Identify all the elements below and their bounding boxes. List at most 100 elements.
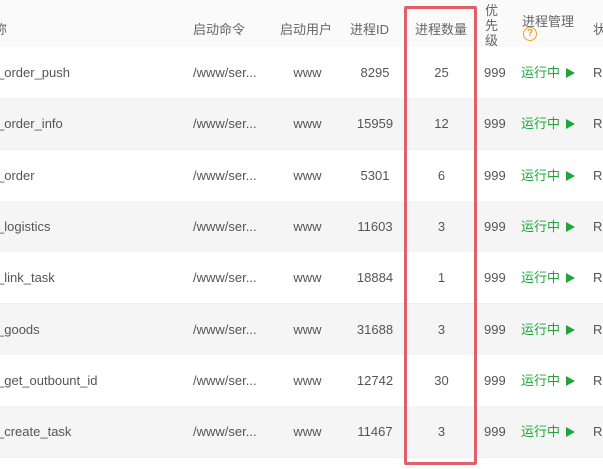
cell-proc-count-text: 3	[437, 424, 446, 439]
cell-priority: 999	[484, 355, 508, 406]
cell-manage[interactable]: 运行中	[521, 252, 583, 303]
cell-command-text: /www/ser...	[193, 65, 257, 80]
cell-manage[interactable]: 运行中	[521, 98, 583, 149]
cell-priority-text: 999	[484, 373, 506, 388]
table-row[interactable]: _order_push/www/ser... www 8295 25 999 运行中 R	[0, 47, 603, 99]
cell-manage[interactable]: 运行中	[521, 304, 583, 355]
cell-proc-count: 12	[405, 98, 478, 149]
cell-status: R	[593, 406, 603, 457]
cell-name: _create_task	[0, 406, 185, 457]
play-icon[interactable]	[566, 222, 576, 232]
help-icon[interactable]: ?	[523, 27, 537, 41]
table-row[interactable]: _order_info/www/ser... www 15959 12 999 运行中 R	[0, 98, 603, 150]
column-header-pid-label: 进程ID	[350, 22, 390, 37]
cell-user-text: www	[293, 116, 322, 131]
cell-command: /www/ser...	[193, 47, 273, 98]
column-header-priority-label: 优先级	[485, 3, 499, 48]
cell-command-text: /www/ser...	[193, 168, 257, 183]
cell-pid: 11603	[345, 201, 405, 252]
cell-status-text: R	[593, 373, 603, 388]
cell-proc-count: 3	[405, 406, 478, 457]
cell-name-text: _get_outbount_id	[0, 373, 98, 388]
cell-command: /www/ser...	[193, 406, 273, 457]
cell-priority: 999	[484, 150, 508, 201]
cell-command: /www/ser...	[193, 201, 273, 252]
cell-manage[interactable]: 运行中	[521, 150, 583, 201]
cell-proc-count-text: 3	[437, 219, 446, 234]
cell-proc-count-text: 1	[437, 270, 446, 285]
cell-pid-text: 5301	[360, 168, 390, 183]
cell-manage-text: 运行中	[521, 270, 561, 285]
cell-manage[interactable]: 运行中	[521, 406, 583, 457]
column-header-user-label: 启动用户	[280, 22, 333, 37]
cell-name: _order	[0, 150, 185, 201]
cell-command: /www/ser...	[193, 98, 273, 149]
cell-manage-text: 运行中	[521, 373, 561, 388]
cell-status: R	[593, 252, 603, 303]
cell-status: R	[593, 201, 603, 252]
cell-pid-text: 12742	[356, 373, 394, 388]
table-row[interactable]: _link_task/www/ser... www 18884 1 999 运行中 R	[0, 252, 603, 304]
cell-user-text: www	[293, 322, 322, 337]
cell-pid: 11467	[345, 406, 405, 457]
cell-name: _get_outbount_id	[0, 355, 185, 406]
cell-status-text: R	[593, 219, 603, 234]
play-icon[interactable]	[566, 273, 576, 283]
process-table: 称 启动命令 启动用户 进程ID 进程数量 优先级 进程管理 ? 状 _orde…	[0, 0, 603, 469]
table-row[interactable]: _order/www/ser... www 5301 6 999 运行中 R	[0, 150, 603, 202]
cell-status: R	[593, 47, 603, 98]
table-row[interactable]: _logistics/www/ser... www 11603 3 999 运行中 R	[0, 201, 603, 253]
cell-name-text: _order_info	[0, 116, 63, 131]
table-row[interactable]: _goods/www/ser... www 31688 3 999 运行中 R	[0, 304, 603, 356]
cell-manage[interactable]: 运行中	[521, 201, 583, 252]
cell-pid-text: 11467	[357, 424, 393, 439]
cell-manage-text: 运行中	[521, 116, 561, 131]
cell-user: www	[285, 98, 330, 149]
cell-user: www	[285, 355, 330, 406]
cell-user: www	[285, 406, 330, 457]
play-icon[interactable]	[566, 171, 576, 181]
cell-status-text: R	[593, 322, 603, 337]
cell-manage[interactable]: 运行中	[521, 355, 583, 406]
cell-user-text: www	[293, 424, 322, 439]
play-icon[interactable]	[566, 119, 576, 129]
cell-proc-count: 3	[405, 201, 478, 252]
play-icon[interactable]	[566, 68, 576, 78]
cell-priority-text: 999	[484, 322, 506, 337]
cell-status: R	[593, 304, 603, 355]
play-icon[interactable]	[566, 325, 576, 335]
cell-user: www	[285, 304, 330, 355]
cell-user: www	[285, 47, 330, 98]
cell-priority-text: 999	[484, 270, 506, 285]
cell-name: _logistics	[0, 201, 185, 252]
cell-manage-text: 运行中	[521, 65, 561, 80]
cell-command: /www/ser...	[193, 252, 273, 303]
cell-name-text: _order_push	[0, 65, 70, 80]
cell-proc-count-text: 3	[437, 322, 446, 337]
cell-user-text: www	[293, 270, 322, 285]
play-icon[interactable]	[566, 376, 576, 386]
column-header-name-label: 称	[0, 22, 8, 37]
cell-priority: 999	[484, 406, 508, 457]
cell-pid: 12742	[345, 355, 405, 406]
cell-command-text: /www/ser...	[193, 322, 257, 337]
cell-user: www	[285, 150, 330, 201]
cell-manage-text: 运行中	[521, 322, 561, 337]
cell-priority: 999	[484, 201, 508, 252]
cell-status-text: R	[593, 116, 603, 131]
cell-priority: 999	[484, 98, 508, 149]
table-row[interactable]: _get_outbount_id/www/ser... www 12742 30 999…	[0, 355, 603, 407]
play-icon[interactable]	[566, 427, 576, 437]
table-row[interactable]: _create_task/www/ser... www 11467 3 999 运行中 R	[0, 406, 603, 458]
cell-priority-text: 999	[484, 65, 506, 80]
cell-pid-text: 18884	[356, 270, 394, 285]
cell-name-text: _order	[0, 168, 35, 183]
cell-status: R	[593, 98, 603, 149]
cell-manage[interactable]: 运行中	[521, 47, 583, 98]
cell-status-text: R	[593, 168, 603, 183]
cell-user: www	[285, 201, 330, 252]
cell-status-text: R	[593, 424, 603, 439]
cell-manage-text: 运行中	[521, 168, 561, 183]
cell-priority: 999	[484, 47, 508, 98]
cell-status-text: R	[593, 65, 603, 80]
